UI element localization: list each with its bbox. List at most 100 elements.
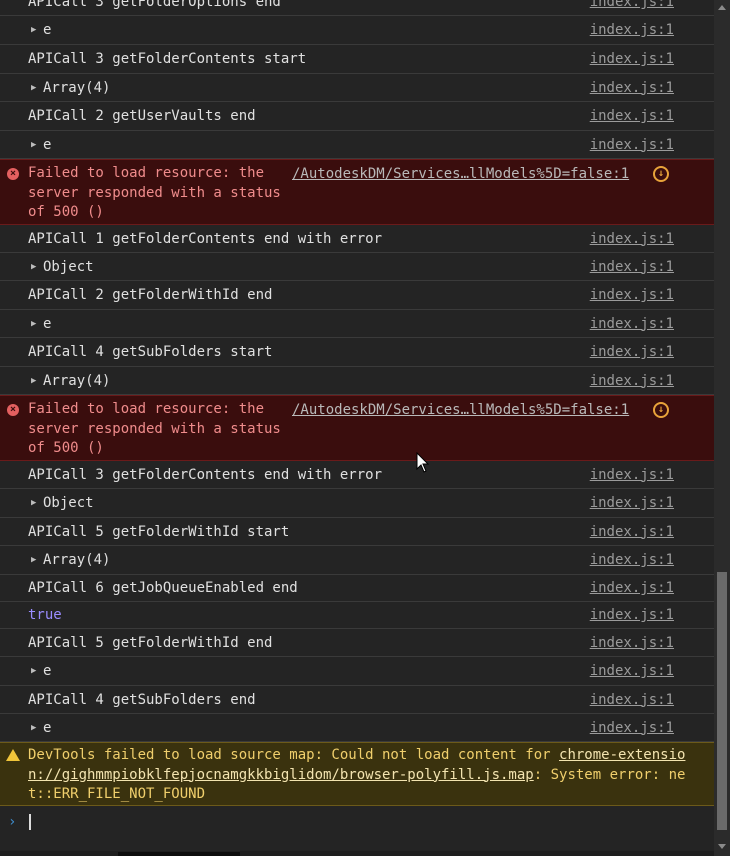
log-row: APICall 6 getJobQueueEnabled end index.js… xyxy=(0,575,714,602)
source-link[interactable]: index.js:1 xyxy=(590,344,674,360)
log-message: APICall 5 getFolderWithId start xyxy=(28,523,290,540)
object-row[interactable]: ▶ Array(4) index.js:1 xyxy=(0,546,714,575)
log-row: APICall 3 getFolderContents end with err… xyxy=(0,461,714,489)
scrollbar-thumb[interactable] xyxy=(717,572,727,830)
log-row: APICall 5 getFolderWithId end index.js:1 xyxy=(0,629,714,657)
object-row[interactable]: ▶ e index.js:1 xyxy=(0,131,714,159)
log-row: APICall 3 getFolderContents start index.j… xyxy=(0,45,714,74)
network-badge-icon[interactable]: ↓ xyxy=(653,166,669,182)
log-row: APICall 4 getSubFolders end index.js:1 xyxy=(0,686,714,714)
source-link[interactable]: index.js:1 xyxy=(590,80,674,96)
object-preview[interactable]: e xyxy=(43,720,51,736)
object-row[interactable]: ▶ Object index.js:1 xyxy=(0,253,714,281)
object-preview[interactable]: e xyxy=(43,22,51,38)
error-message-row: × Failed to load resource: the server res… xyxy=(0,159,714,225)
warning-message-text: DevTools failed to load source map: Coul… xyxy=(28,746,688,805)
horizontal-scrollbar-thumb[interactable] xyxy=(118,852,240,856)
console-messages: APICall 3 getFolderOptions end index.js:1… xyxy=(0,0,714,846)
log-message: APICall 3 getFolderContents end with err… xyxy=(28,466,383,483)
source-link[interactable]: index.js:1 xyxy=(590,467,674,483)
object-preview[interactable]: e xyxy=(43,663,51,679)
object-row[interactable]: ▶ e index.js:1 xyxy=(0,714,714,742)
source-link[interactable]: index.js:1 xyxy=(590,635,674,651)
error-circle-icon: × xyxy=(7,404,19,416)
source-link[interactable]: index.js:1 xyxy=(590,108,674,124)
source-link[interactable]: index.js:1 xyxy=(590,580,674,596)
object-preview[interactable]: Array(4) xyxy=(43,552,110,568)
log-row: APICall 5 getFolderWithId start index.js:… xyxy=(0,518,714,546)
error-message-text: Failed to load resource: the server resp… xyxy=(28,401,281,456)
expand-triangle-icon[interactable]: ▶ xyxy=(31,498,36,508)
expand-triangle-icon[interactable]: ▶ xyxy=(31,25,36,35)
error-source-link[interactable]: /AutodeskDM/Services…llModels%5D=false:1 xyxy=(292,166,629,182)
object-row[interactable]: ▶ e index.js:1 xyxy=(0,310,714,338)
log-message: APICall 1 getFolderContents end with err… xyxy=(28,230,383,247)
source-link[interactable]: index.js:1 xyxy=(590,524,674,540)
log-message: APICall 3 getFolderContents start xyxy=(28,51,307,67)
log-row: APICall 2 getUserVaults end index.js:1 xyxy=(0,102,714,131)
expand-triangle-icon[interactable]: ▶ xyxy=(31,555,36,565)
source-link[interactable]: index.js:1 xyxy=(590,495,674,511)
log-message: APICall 2 getUserVaults end xyxy=(28,108,256,124)
network-badge-icon[interactable]: ↓ xyxy=(653,402,669,418)
object-row[interactable]: ▶ e index.js:1 xyxy=(0,16,714,45)
object-row[interactable]: ▶ e index.js:1 xyxy=(0,657,714,686)
warning-triangle-icon xyxy=(6,749,20,761)
object-row[interactable]: ▶ Array(4) index.js:1 xyxy=(0,367,714,395)
error-message-row: × Failed to load resource: the server res… xyxy=(0,395,714,461)
expand-triangle-icon[interactable]: ▶ xyxy=(31,723,36,733)
source-link[interactable]: index.js:1 xyxy=(590,720,674,736)
horizontal-scrollbar[interactable] xyxy=(0,851,714,856)
source-link[interactable]: index.js:1 xyxy=(590,316,674,332)
source-link[interactable]: index.js:1 xyxy=(590,231,674,247)
log-row: APICall 1 getFolderContents end with err… xyxy=(0,225,714,253)
object-preview[interactable]: Object xyxy=(43,259,94,275)
object-preview[interactable]: Array(4) xyxy=(43,373,110,389)
warning-message-row: DevTools failed to load source map: Coul… xyxy=(0,742,714,806)
source-link[interactable]: index.js:1 xyxy=(590,552,674,568)
warning-prefix: DevTools failed to load source map: Coul… xyxy=(28,747,560,763)
source-link[interactable]: index.js:1 xyxy=(590,51,674,67)
scroll-up-arrow-icon[interactable] xyxy=(718,5,726,10)
object-row[interactable]: ▶ Object index.js:1 xyxy=(0,489,714,518)
source-link[interactable]: index.js:1 xyxy=(590,692,674,708)
error-circle-icon: × xyxy=(7,168,19,180)
log-row: APICall 3 getFolderOptions end index.js:1 xyxy=(0,0,714,16)
object-preview[interactable]: Array(4) xyxy=(43,80,110,96)
source-link[interactable]: index.js:1 xyxy=(590,663,674,679)
vertical-scrollbar[interactable] xyxy=(714,0,730,856)
source-link[interactable]: index.js:1 xyxy=(590,373,674,389)
source-link[interactable]: index.js:1 xyxy=(590,22,674,38)
value-row: true index.js:1 xyxy=(0,602,714,629)
error-source-link[interactable]: /AutodeskDM/Services…llModels%5D=false:1 xyxy=(292,402,629,418)
expand-triangle-icon[interactable]: ▶ xyxy=(31,666,36,676)
object-row[interactable]: ▶ Array(4) index.js:1 xyxy=(0,74,714,102)
log-message: APICall 6 getJobQueueEnabled end xyxy=(28,580,298,596)
scroll-down-arrow-icon[interactable] xyxy=(718,844,726,849)
expand-triangle-icon[interactable]: ▶ xyxy=(31,140,36,150)
console-prompt[interactable]: › xyxy=(0,806,714,846)
expand-triangle-icon[interactable]: ▶ xyxy=(31,376,36,386)
expand-triangle-icon[interactable]: ▶ xyxy=(31,262,36,272)
log-message: APICall 5 getFolderWithId end xyxy=(28,634,273,651)
console-input[interactable] xyxy=(29,814,31,830)
log-message: true xyxy=(28,607,62,623)
source-link[interactable]: index.js:1 xyxy=(590,0,674,10)
log-message: APICall 4 getSubFolders start xyxy=(28,344,273,360)
source-link[interactable]: index.js:1 xyxy=(590,259,674,275)
log-row: APICall 2 getFolderWithId end index.js:1 xyxy=(0,281,714,310)
log-row: APICall 4 getSubFolders start index.js:1 xyxy=(0,338,714,367)
expand-triangle-icon[interactable]: ▶ xyxy=(31,83,36,93)
object-preview[interactable]: Object xyxy=(43,495,94,511)
error-message-text: Failed to load resource: the server resp… xyxy=(28,165,281,220)
object-preview[interactable]: e xyxy=(43,316,51,332)
source-link[interactable]: index.js:1 xyxy=(590,607,674,623)
mouse-cursor-icon xyxy=(416,452,430,473)
log-message: APICall 4 getSubFolders end xyxy=(28,691,256,708)
expand-triangle-icon[interactable]: ▶ xyxy=(31,319,36,329)
log-message: APICall 3 getFolderOptions end xyxy=(28,0,281,10)
source-link[interactable]: index.js:1 xyxy=(590,137,674,153)
object-preview[interactable]: e xyxy=(43,137,51,153)
log-message: APICall 2 getFolderWithId end xyxy=(28,287,273,303)
source-link[interactable]: index.js:1 xyxy=(590,287,674,303)
